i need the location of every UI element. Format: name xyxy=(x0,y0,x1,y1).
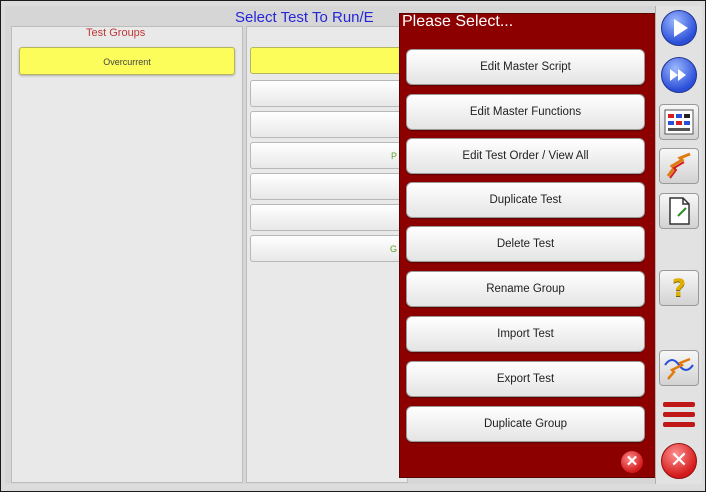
edit-master-functions-button[interactable]: Edit Master Functions xyxy=(406,94,645,130)
test-row[interactable] xyxy=(250,173,410,200)
delete-test-button[interactable]: Delete Test xyxy=(406,226,645,262)
help-icon[interactable]: ? xyxy=(659,270,699,306)
close-icon[interactable]: ✕ xyxy=(621,451,643,473)
exit-icon[interactable]: ✕ xyxy=(661,443,697,479)
test-row[interactable]: P xyxy=(250,142,410,169)
test-groups-header: Test Groups xyxy=(86,27,146,39)
document-icon[interactable] xyxy=(659,193,699,229)
duplicate-group-button[interactable]: Duplicate Group xyxy=(406,406,645,442)
duplicate-test-button[interactable]: Duplicate Test xyxy=(406,182,645,218)
rename-group-button[interactable]: Rename Group xyxy=(406,271,645,307)
test-row[interactable] xyxy=(250,111,410,138)
export-test-button[interactable]: Export Test xyxy=(406,361,645,397)
test-row[interactable]: G xyxy=(250,235,410,262)
dialog-title: Please Select... xyxy=(402,13,514,30)
edit-master-script-button[interactable]: Edit Master Script xyxy=(406,49,645,85)
waveform-icon[interactable] xyxy=(659,350,699,386)
test-row[interactable] xyxy=(250,80,410,107)
edit-test-order-button[interactable]: Edit Test Order / View All xyxy=(406,138,645,174)
list-icon[interactable] xyxy=(659,396,699,432)
page-title: Select Test To Run/E xyxy=(235,9,374,26)
group-row-overcurrent[interactable]: Overcurrent xyxy=(19,47,235,75)
test-groups-panel xyxy=(11,26,243,483)
fast-forward-icon[interactable] xyxy=(661,57,697,93)
play-icon[interactable] xyxy=(661,10,697,46)
test-row[interactable] xyxy=(250,47,410,74)
import-test-button[interactable]: Import Test xyxy=(406,316,645,352)
lightning-icon[interactable] xyxy=(659,148,699,184)
test-row[interactable] xyxy=(250,204,410,231)
test-settings-icon[interactable] xyxy=(659,104,699,140)
